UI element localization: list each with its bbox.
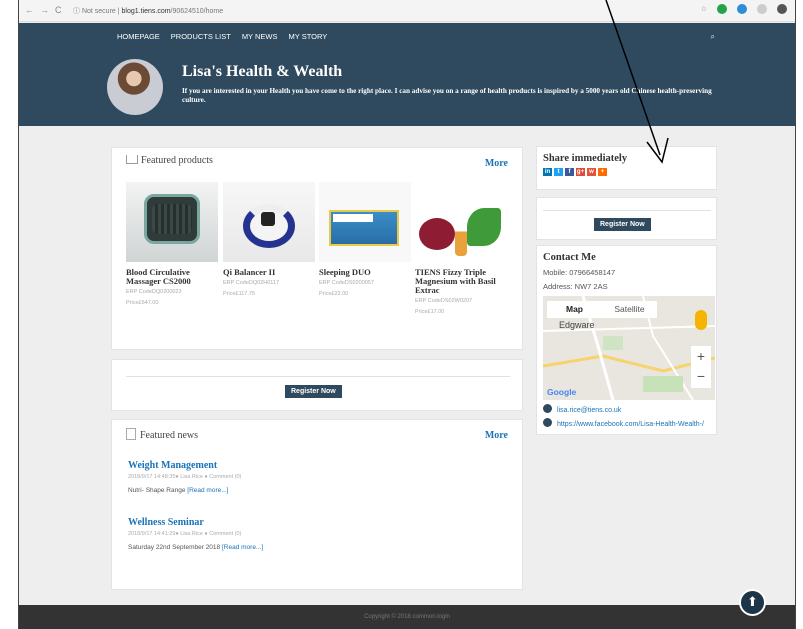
map-place-label: Edgware [559, 320, 595, 330]
zoom-out-button[interactable]: − [691, 366, 711, 386]
bookmark-star-icon[interactable]: ☆ [701, 5, 707, 13]
featured-products-more-link[interactable]: More [485, 158, 508, 169]
featured-products-card: Featured products More Blood Circulative… [111, 147, 523, 350]
menu-item-products-list[interactable]: PRODUCTS LIST [171, 32, 231, 41]
more-share-icon[interactable]: + [598, 168, 607, 176]
news-excerpt: Nutri- Shape Range [Read more...] [128, 487, 229, 494]
map-zoom-control: + − [691, 346, 711, 388]
google-plus-icon[interactable]: g+ [576, 168, 585, 176]
contact-facebook[interactable]: https://www.facebook.com/Lisa-Health-Wea… [543, 418, 713, 429]
facebook-icon [543, 418, 552, 427]
menu-item-my-news[interactable]: MY NEWS [242, 32, 278, 41]
product-name[interactable]: Blood Circulative Massager CS2000 [126, 268, 218, 286]
weibo-icon[interactable]: w [587, 168, 596, 176]
product-card[interactable]: Blood Circulative Massager CS2000 ERP Co… [126, 182, 218, 308]
browser-nav-buttons[interactable]: ←→C [25, 5, 68, 15]
news-title[interactable]: Wellness Seminar [128, 517, 263, 528]
share-title: Share immediately [543, 153, 628, 164]
news-meta: 2018/9/17 14:41:29● Lisa Rice ● Comment … [128, 531, 242, 537]
sleeping-duo-image [319, 182, 411, 262]
site-header: HOMEPAGE PRODUCTS LIST MY NEWS MY STORY … [19, 23, 795, 126]
featured-products-title: Featured products [141, 155, 213, 166]
map-tab[interactable]: Map [547, 301, 602, 318]
social-share-bar: in t f g+ w + [543, 168, 607, 176]
news-item: Weight Management 2018/9/17 14:48:35● Li… [128, 460, 241, 494]
divider [126, 376, 510, 377]
product-code: ERP CodeDQ02H0117 [223, 280, 280, 286]
news-meta: 2018/9/17 14:48:35● Lisa Rice ● Comment … [128, 474, 242, 480]
product-price: Price£22.00 [319, 291, 349, 297]
contact-title: Contact Me [543, 252, 596, 263]
satellite-tab[interactable]: Satellite [602, 301, 657, 318]
cart-icon [126, 155, 138, 164]
fizzy-magnesium-image [415, 182, 507, 262]
document-icon [126, 428, 136, 440]
linkedin-icon[interactable]: in [543, 168, 552, 176]
location-map[interactable]: Map Satellite Edgware + − Google [543, 296, 715, 400]
site-title: Lisa's Health & Wealth [182, 63, 343, 80]
extension-icon[interactable] [737, 4, 747, 14]
browser-toolbar: ☆ [701, 4, 787, 14]
massager-image [126, 182, 218, 262]
product-code: ERP CodeDQ0200023 [126, 289, 182, 295]
google-logo: Google [547, 387, 577, 397]
product-price: Price£117.75 [223, 291, 256, 297]
product-code: ERP CodeDS02W0207 [415, 298, 473, 304]
featured-products-header: Featured products [126, 155, 213, 166]
avatar [107, 59, 163, 115]
divider [543, 210, 711, 211]
menu-item-homepage[interactable]: HOMEPAGE [117, 32, 160, 41]
featured-news-header: Featured news [126, 428, 198, 441]
extension-icon[interactable] [757, 4, 767, 14]
register-card: Register Now [111, 359, 523, 411]
side-register-card: Register Now [536, 197, 717, 240]
news-title[interactable]: Weight Management [128, 460, 241, 471]
product-card[interactable]: Qi Balancer II ERP CodeDQ02H0117 Price£1… [223, 182, 315, 299]
profile-icon[interactable] [777, 4, 787, 14]
news-excerpt: Saturday 22nd September 2018 [Read more.… [128, 544, 264, 551]
contact-card: Contact Me Mobile: 07966458147 Address: … [536, 245, 717, 435]
map-type-control: Map Satellite [547, 301, 657, 318]
twitter-icon[interactable]: t [554, 168, 563, 176]
menu-item-my-story[interactable]: MY STORY [289, 32, 328, 41]
contact-email[interactable]: lisa.rice@tiens.co.uk [543, 404, 621, 415]
facebook-icon[interactable]: f [565, 168, 574, 176]
qi-balancer-image [223, 182, 315, 262]
featured-news-more-link[interactable]: More [485, 430, 508, 441]
zoom-in-button[interactable]: + [691, 346, 711, 366]
product-code: ERP CodeDS0200057 [319, 280, 374, 286]
site-footer: Copyright © 2018 common.login [19, 605, 795, 629]
side-register-now-button[interactable]: Register Now [594, 218, 651, 231]
contact-mobile: Mobile: 07966458147 [543, 268, 616, 277]
browser-chrome: ←→C ⓘ Not secure | blog1.tiens.com/90624… [19, 0, 795, 22]
register-now-button[interactable]: Register Now [285, 385, 342, 398]
product-name[interactable]: TIENS Fizzy Triple Magnesium with Basil … [415, 268, 507, 295]
product-price: Price£647.00 [126, 300, 159, 306]
product-card[interactable]: TIENS Fizzy Triple Magnesium with Basil … [415, 182, 507, 317]
browser-frame: ←→C ⓘ Not secure | blog1.tiens.com/90624… [18, 0, 796, 629]
pegman-icon[interactable] [695, 310, 707, 330]
search-icon[interactable]: ⌕ [711, 32, 715, 42]
product-name[interactable]: Sleeping DUO [319, 268, 411, 277]
read-more-link[interactable]: [Read more...] [222, 544, 263, 551]
product-price: Price£17.00 [415, 309, 445, 315]
extension-icon[interactable] [717, 4, 727, 14]
news-item: Wellness Seminar 2018/9/17 14:41:29● Lis… [128, 517, 263, 551]
product-name[interactable]: Qi Balancer II [223, 268, 315, 277]
address-bar[interactable]: ⓘ Not secure | blog1.tiens.com/90624510/… [73, 6, 223, 16]
site-subtitle: If you are interested in your Health you… [182, 87, 712, 104]
main-menu: HOMEPAGE PRODUCTS LIST MY NEWS MY STORY [117, 32, 327, 41]
product-card[interactable]: Sleeping DUO ERP CodeDS0200057 Price£22.… [319, 182, 411, 299]
contact-address: Address: NW7 2AS [543, 282, 608, 291]
read-more-link[interactable]: [Read more...] [187, 487, 228, 494]
back-to-top-button[interactable]: ⬆ [739, 589, 766, 616]
share-card: Share immediately in t f g+ w + [536, 146, 717, 190]
featured-news-title: Featured news [140, 430, 199, 441]
featured-news-card: Featured news More Weight Management 201… [111, 419, 523, 590]
email-icon [543, 404, 552, 413]
